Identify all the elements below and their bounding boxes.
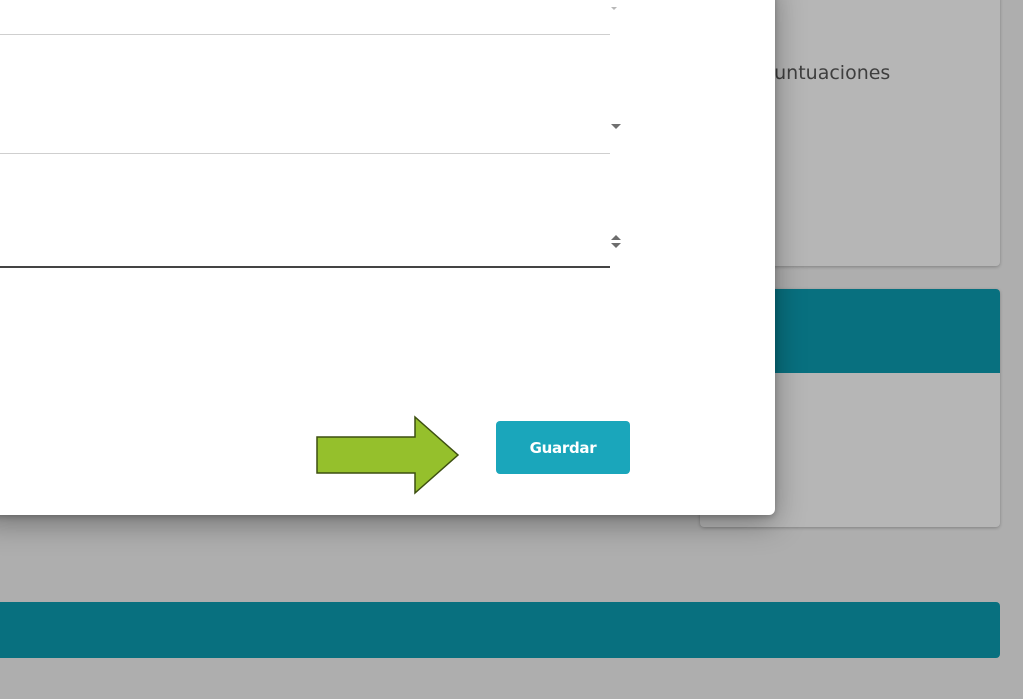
save-button[interactable]: Guardar <box>496 421 630 474</box>
select-field-2-underline[interactable] <box>0 153 610 154</box>
spinner-up-icon[interactable] <box>611 235 621 240</box>
background-card-title: Puntuaciones <box>763 62 891 84</box>
spinner-updown-icon[interactable] <box>610 234 622 250</box>
select-field-1-underline[interactable] <box>0 34 610 35</box>
caret-down-icon[interactable] <box>611 7 617 10</box>
caret-down-icon[interactable] <box>611 124 621 129</box>
background-section-bar <box>0 602 1000 658</box>
number-input-underline[interactable] <box>0 266 610 268</box>
arrow-right-icon <box>316 415 460 495</box>
page: Puntuaciones Guardar <box>0 0 1023 699</box>
spinner-down-icon[interactable] <box>611 243 621 248</box>
